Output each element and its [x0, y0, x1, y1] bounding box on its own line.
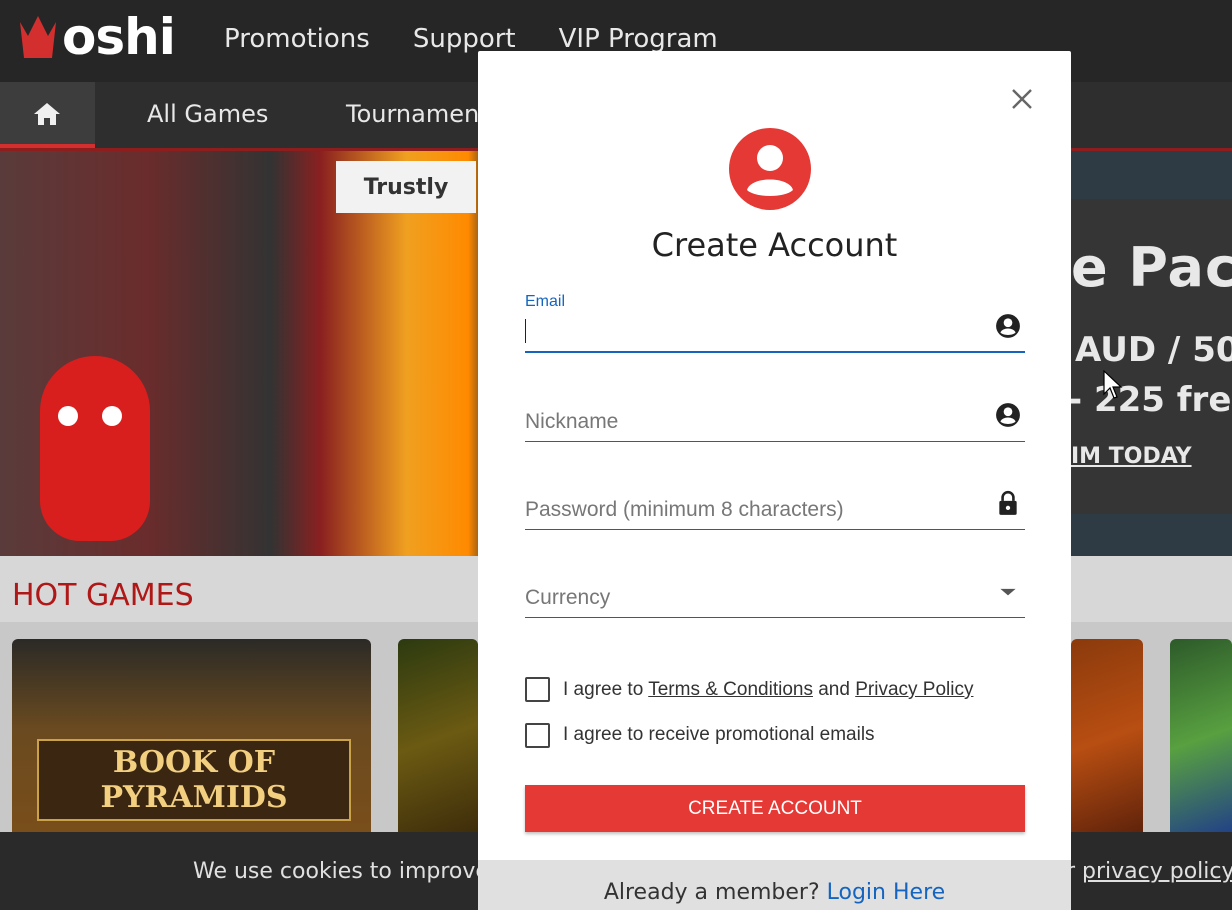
game-card-book-of-pyramids[interactable]: BOOK OF PYRAMIDS — [12, 639, 371, 839]
text-caret — [525, 319, 526, 343]
account-circle-icon — [996, 403, 1020, 427]
promo-spins: - 225 free — [1068, 380, 1232, 420]
modal-title: Create Account — [651, 226, 898, 264]
privacy-policy-link[interactable]: privacy policy — [1082, 859, 1232, 884]
nav-vip-program[interactable]: VIP Program — [559, 24, 718, 54]
game-card[interactable] — [398, 639, 478, 839]
logo-text: oshi — [62, 8, 176, 66]
tab-home[interactable] — [0, 82, 95, 148]
login-here-link[interactable]: Login Here — [827, 880, 946, 905]
nickname-placeholder: Nickname — [525, 410, 619, 433]
hot-games-title: HOT GAMES — [12, 578, 194, 613]
nav-promotions[interactable]: Promotions — [224, 24, 370, 54]
email-field[interactable]: Email — [525, 293, 1025, 353]
top-nav: Promotions Support VIP Program — [224, 24, 718, 54]
account-circle-icon — [996, 314, 1020, 338]
home-icon — [34, 103, 60, 125]
privacy-policy-link[interactable]: Privacy Policy — [855, 679, 973, 700]
trustly-sign: Trustly — [336, 161, 476, 213]
lock-icon — [999, 490, 1017, 515]
tab-tournaments[interactable]: Tournament — [346, 100, 489, 128]
tab-all-games[interactable]: All Games — [147, 100, 268, 128]
password-placeholder: Password (minimum 8 characters) — [525, 498, 844, 521]
terms-checkbox[interactable] — [525, 677, 550, 702]
claim-today-link[interactable]: IM TODAY — [1071, 444, 1192, 469]
crown-icon — [20, 16, 56, 58]
game-card[interactable] — [1071, 639, 1143, 839]
email-label: Email — [525, 293, 566, 310]
game-card[interactable] — [1170, 639, 1232, 839]
terms-prefix: I agree to — [563, 679, 649, 700]
account-avatar-icon — [729, 128, 811, 210]
terms-conditions-link[interactable]: Terms & Conditions — [648, 679, 813, 700]
nav-support[interactable]: Support — [413, 24, 516, 54]
nickname-field[interactable]: Nickname — [525, 382, 1025, 442]
mouse-cursor-icon — [1103, 370, 1123, 399]
oshi-logo[interactable]: oshi — [18, 8, 176, 66]
dropdown-arrow-icon — [1000, 588, 1016, 596]
create-account-modal: Create Account Email Nickname Password (… — [478, 51, 1071, 910]
cookie-text: We use cookies to improve y — [193, 859, 509, 884]
promo-title: e Pack — [1071, 236, 1232, 299]
mascot-image — [40, 356, 150, 541]
login-prompt-text: Already a member? — [603, 880, 827, 905]
promo-amount: AUD / 500 — [1075, 330, 1232, 370]
terms-label: I agree to Terms & Conditions and Privac… — [563, 679, 973, 701]
field-underline — [525, 617, 1025, 618]
create-account-button[interactable]: CREATE ACCOUNT — [525, 785, 1025, 832]
terms-middle: and — [812, 679, 856, 700]
promo-emails-label: I agree to receive promotional emails — [563, 724, 875, 745]
field-underline — [525, 351, 1025, 353]
field-underline — [525, 529, 1025, 530]
promo-emails-checkbox[interactable] — [525, 723, 550, 748]
currency-placeholder: Currency — [525, 586, 611, 609]
field-underline — [525, 441, 1025, 442]
game-title: BOOK OF PYRAMIDS — [37, 739, 351, 821]
password-field[interactable]: Password (minimum 8 characters) — [525, 470, 1025, 530]
mascot-eye — [102, 406, 122, 426]
currency-select[interactable]: Currency — [525, 558, 1025, 618]
close-icon[interactable] — [1010, 87, 1034, 111]
modal-footer: Already a member? Login Here — [478, 860, 1071, 910]
login-prompt: Already a member? Login Here — [478, 880, 1071, 905]
mascot-eye — [58, 406, 78, 426]
